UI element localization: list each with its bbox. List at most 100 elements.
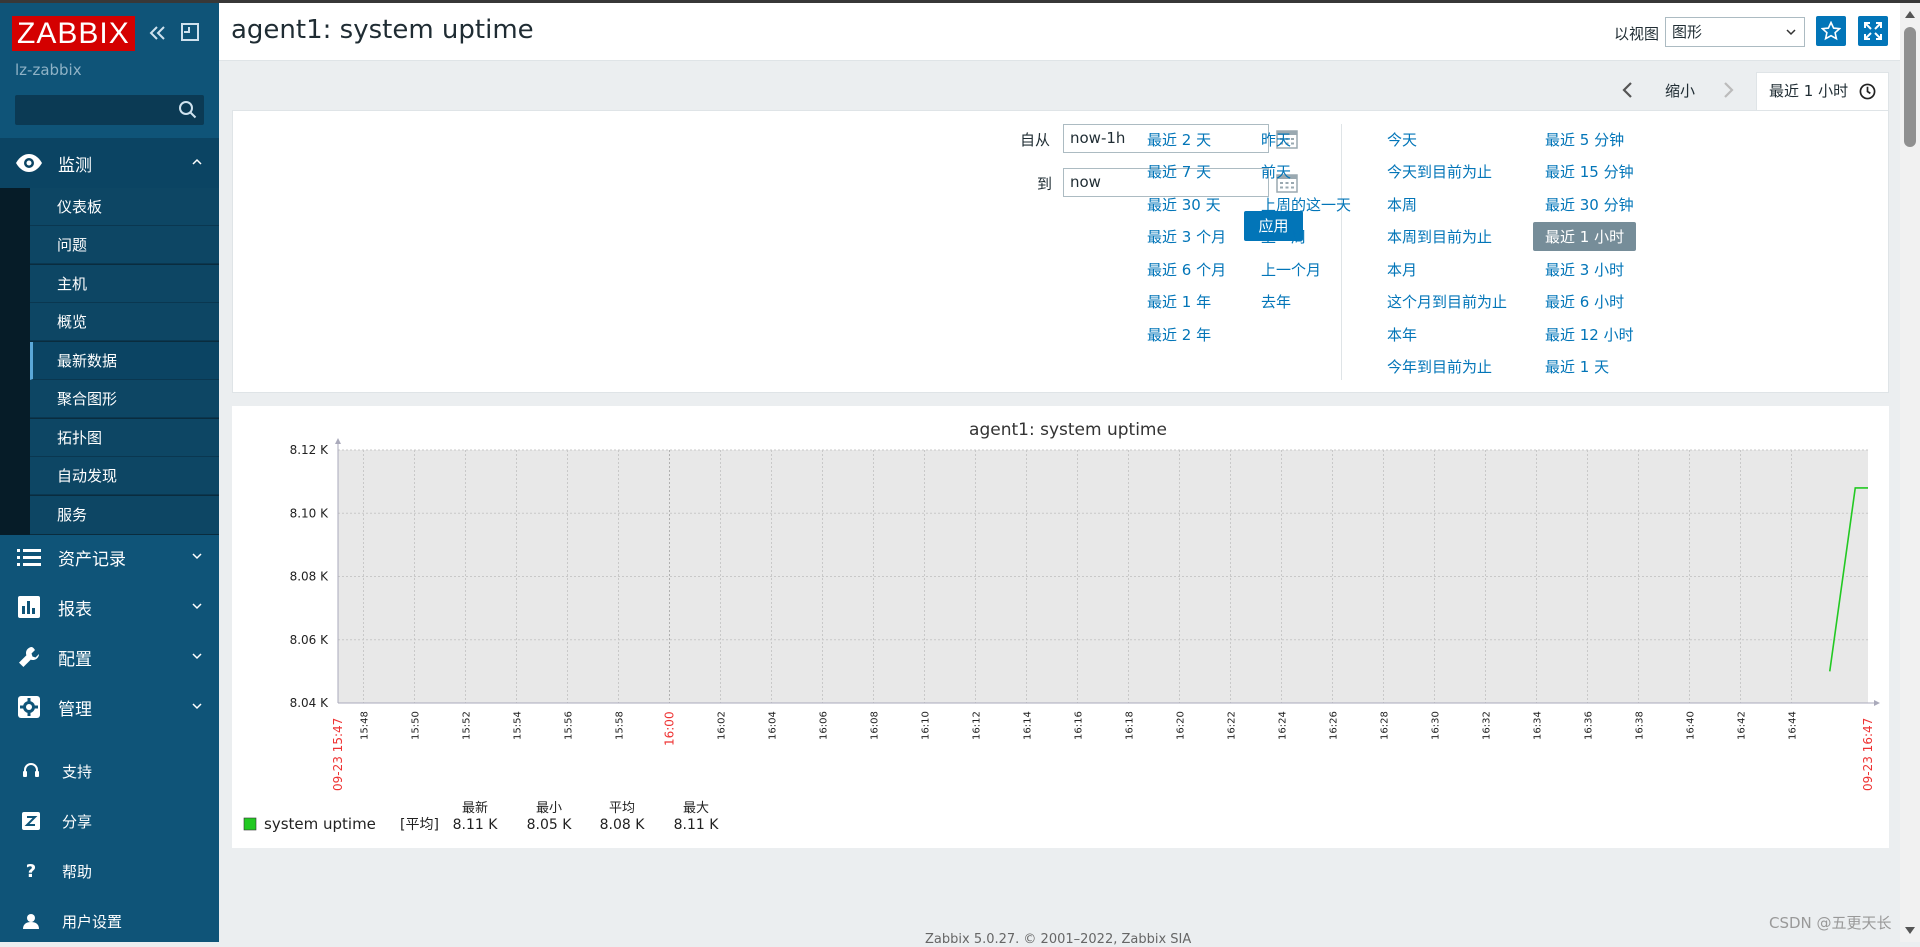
nav-screens[interactable]: 聚合图形 [30, 380, 219, 418]
eye-icon [0, 153, 58, 173]
chevron-down-icon [192, 603, 202, 610]
x-tick-label: 16:30 [1431, 711, 1442, 740]
x-tick-label: 16:44 [1788, 711, 1799, 740]
x-tick-label: 15:54 [513, 711, 524, 740]
nav-maps[interactable]: 拓扑图 [30, 419, 219, 457]
fullscreen-button[interactable] [1858, 16, 1888, 46]
page-header: agent1: system uptime 以视图 图形 [219, 3, 1900, 61]
quick-range-link[interactable]: 上一周 [1261, 226, 1306, 247]
zoom-out-button[interactable]: 缩小 [1665, 80, 1695, 101]
wrench-icon [0, 645, 58, 669]
quick-range-link[interactable]: 这个月到目前为止 [1387, 291, 1507, 312]
quick-range-link[interactable]: 最近 2 年 [1147, 324, 1211, 345]
scrollbar-thumb[interactable] [1904, 27, 1916, 147]
x-end-label: 09-23 16:47 [1861, 718, 1875, 791]
x-tick-label: 16:06 [819, 711, 830, 740]
x-tick-label: 16:08 [870, 711, 881, 740]
nav-administration[interactable]: 管理 [0, 682, 219, 732]
nav-user-settings-label: 用户设置 [62, 912, 123, 931]
scroll-down-arrow[interactable] [1905, 927, 1915, 934]
nav-dashboard[interactable]: 仪表板 [30, 188, 219, 226]
chevron-down-icon [192, 553, 202, 560]
nav-services[interactable]: 服务 [30, 496, 219, 534]
quick-range-link[interactable]: 今年到目前为止 [1387, 356, 1492, 377]
legend-col-header: 最新 [462, 800, 488, 816]
quick-range-link[interactable]: 最近 3 小时 [1545, 259, 1624, 280]
x-tick-label: 16:02 [717, 711, 728, 740]
quick-range-link[interactable]: 最近 2 天 [1147, 129, 1211, 150]
legend-swatch [243, 817, 257, 831]
chevron-left-icon[interactable] [1618, 80, 1638, 100]
x-tick-label: 16:04 [768, 711, 779, 740]
quick-range-link[interactable]: 最近 6 个月 [1147, 259, 1226, 280]
quick-range-link[interactable]: 本月 [1387, 259, 1417, 280]
quick-range-link[interactable]: 上一个月 [1261, 259, 1321, 280]
legend-value: 8.11 K [674, 817, 720, 833]
nav-support[interactable]: 支持 [0, 751, 219, 791]
x-tick-label: 15:48 [360, 711, 371, 740]
server-name: lz-zabbix [15, 61, 82, 79]
quick-range-link[interactable]: 最近 6 小时 [1545, 291, 1624, 312]
collapse-sidebar-icon[interactable] [146, 21, 170, 45]
quick-range-link[interactable]: 本年 [1387, 324, 1417, 345]
quick-range-link[interactable]: 最近 3 个月 [1147, 226, 1226, 247]
favorite-button[interactable] [1816, 16, 1846, 46]
quick-range-link[interactable]: 上周的这一天 [1261, 194, 1351, 215]
nav-help[interactable]: ? 帮助 [0, 851, 219, 891]
quick-range-link[interactable]: 最近 1 天 [1545, 356, 1609, 377]
x-tick-label: 16:12 [972, 711, 983, 740]
nav-overview[interactable]: 概览 [30, 303, 219, 341]
quick-range-link[interactable]: 最近 30 分钟 [1545, 194, 1634, 215]
quick-range-link[interactable]: 今天 [1387, 129, 1417, 150]
x-tick-label: 16:40 [1686, 711, 1697, 740]
quick-range-link[interactable]: 前天 [1261, 161, 1291, 182]
quick-range-link[interactable]: 最近 15 分钟 [1545, 161, 1634, 182]
quick-range-link[interactable]: 最近 1 年 [1147, 291, 1211, 312]
monitoring-submenu: 仪表板 问题 主机 概览 最新数据 聚合图形 拓扑图 自动发现 服务 [0, 188, 219, 535]
nav-problems[interactable]: 问题 [30, 226, 219, 264]
x-tick-label: 16:00 [663, 711, 677, 746]
nav-monitoring[interactable]: 监测 [0, 138, 219, 188]
x-tick-label: 16:42 [1737, 711, 1748, 740]
quick-range-link[interactable]: 今天到目前为止 [1387, 161, 1492, 182]
nav-inventory[interactable]: 资产记录 [0, 532, 219, 582]
time-tab-bar: 缩小 最近 1 小时 [1600, 72, 1889, 110]
legend-col-header: 最小 [536, 801, 562, 816]
share-z-icon [0, 812, 62, 830]
chevron-up-icon [192, 158, 202, 165]
x-tick-label: 16:22 [1227, 711, 1238, 740]
quick-range-link[interactable]: 昨天 [1261, 129, 1291, 150]
quick-range-link[interactable]: 最近 1 小时 [1533, 222, 1637, 251]
quick-range-link[interactable]: 最近 30 天 [1147, 194, 1221, 215]
nav-configuration[interactable]: 配置 [0, 632, 219, 682]
quick-range-link[interactable]: 最近 5 分钟 [1545, 129, 1624, 150]
search-icon[interactable] [178, 100, 198, 120]
quick-range-link[interactable]: 最近 7 天 [1147, 161, 1211, 182]
x-tick-label: 15:56 [564, 711, 575, 740]
quick-range-link[interactable]: 最近 12 小时 [1545, 324, 1634, 345]
zabbix-logo[interactable]: ZABBIX [12, 16, 135, 51]
nav-help-label: 帮助 [62, 862, 93, 881]
time-range-tab[interactable]: 最近 1 小时 [1756, 72, 1889, 110]
chevron-right-icon[interactable] [1718, 80, 1738, 100]
nav-support-label: 支持 [62, 762, 93, 781]
kiosk-sidebar-icon[interactable] [178, 21, 202, 45]
nav-hosts[interactable]: 主机 [30, 265, 219, 303]
view-as-select[interactable]: 图形 [1665, 17, 1805, 47]
nav-share[interactable]: 分享 [0, 801, 219, 841]
quick-range-link[interactable]: 去年 [1261, 291, 1291, 312]
x-tick-label: 16:14 [1023, 711, 1034, 740]
bar-chart-icon [0, 596, 58, 618]
divider [1341, 124, 1342, 380]
quick-range-link[interactable]: 本周 [1387, 194, 1417, 215]
scroll-up-arrow[interactable] [1905, 11, 1915, 18]
nav-reports[interactable]: 报表 [0, 582, 219, 632]
sidebar-search-input[interactable] [15, 95, 204, 125]
time-filter-panel: 自从 now-1h 到 now 应用 最近 2 天最近 7 天最近 30 天最近… [232, 110, 1889, 393]
nav-discovery[interactable]: 自动发现 [30, 457, 219, 495]
nav-latest-data[interactable]: 最新数据 [30, 342, 219, 380]
chevron-down-icon [192, 703, 202, 710]
page-scrollbar[interactable] [1900, 3, 1920, 942]
quick-range-link[interactable]: 本周到目前为止 [1387, 226, 1492, 247]
nav-user-settings[interactable]: 用户设置 [0, 901, 219, 941]
